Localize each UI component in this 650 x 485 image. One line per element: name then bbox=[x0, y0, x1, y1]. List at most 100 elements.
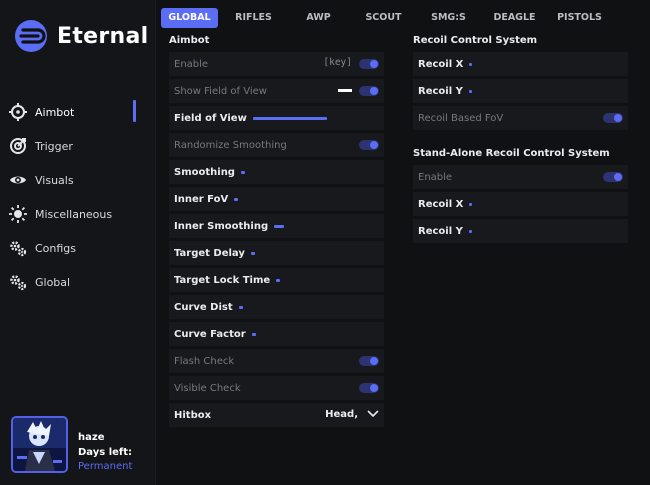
setting-label: Enable bbox=[174, 58, 209, 70]
curve-dist-slider[interactable] bbox=[238, 305, 243, 309]
sidebar-item-label: Visuals bbox=[35, 173, 74, 187]
active-indicator bbox=[133, 100, 136, 122]
gears-icon bbox=[9, 239, 27, 257]
rcs-recoil-y-row: Recoil Y bbox=[413, 79, 628, 103]
sidebar-item-aimbot[interactable]: Aimbot bbox=[0, 95, 155, 129]
tab-scout[interactable]: SCOUT bbox=[356, 8, 411, 28]
setting-label: Inner Smoothing bbox=[174, 220, 269, 232]
setting-label: Randomize Smoothing bbox=[174, 139, 287, 151]
visible-check-row: Visible Check bbox=[169, 376, 384, 400]
inner-fov-row: Inner FoV bbox=[169, 187, 384, 211]
username: haze bbox=[78, 432, 105, 443]
tab-awp[interactable]: AWP bbox=[291, 8, 346, 28]
smoothing-slider[interactable] bbox=[240, 170, 245, 174]
target-delay-slider[interactable] bbox=[250, 251, 255, 255]
tab-rifles[interactable]: RIFLES bbox=[226, 8, 281, 28]
setting-label: Target Lock Time bbox=[174, 274, 271, 286]
setting-label: Show Field of View bbox=[174, 85, 267, 97]
tab-global[interactable]: GLOBAL bbox=[161, 8, 218, 28]
sidebar-item-visuals[interactable]: Visuals bbox=[0, 163, 155, 197]
tab-pistols[interactable]: PISTOLS bbox=[552, 8, 607, 28]
gears-icon bbox=[9, 273, 27, 291]
setting-label: Recoil X bbox=[418, 198, 464, 210]
smoothing-row: Smoothing bbox=[169, 160, 384, 184]
setting-label: Enable bbox=[418, 171, 453, 183]
keybind-button[interactable]: [key] bbox=[323, 57, 352, 68]
sidebar: Eternal Aimbot Trigger Visuals Miscellan… bbox=[0, 0, 156, 485]
setting-label: Flash Check bbox=[174, 355, 235, 367]
rcs-section-title: Recoil Control System bbox=[413, 35, 538, 46]
fov-color-swatch[interactable] bbox=[338, 89, 352, 92]
target-lock-time-row: Target Lock Time bbox=[169, 268, 384, 292]
sidebar-item-configs[interactable]: Configs bbox=[0, 231, 155, 265]
setting-label: Smoothing bbox=[174, 166, 235, 178]
hitbox-row: Hitbox Head, bbox=[169, 403, 384, 427]
chevron-down-icon[interactable] bbox=[367, 409, 379, 419]
tab-deagle[interactable]: DEAGLE bbox=[487, 8, 542, 28]
app-name: Eternal bbox=[57, 23, 149, 49]
inner-smoothing-row: Inner Smoothing bbox=[169, 214, 384, 238]
hitbox-select[interactable]: Head, bbox=[325, 409, 358, 420]
standalone-recoil-x-slider[interactable] bbox=[469, 202, 473, 206]
sidebar-item-miscellaneous[interactable]: Miscellaneous bbox=[0, 197, 155, 231]
tab-smgs[interactable]: SMG:S bbox=[421, 8, 476, 28]
show-fov-toggle[interactable] bbox=[359, 86, 379, 96]
curve-factor-row: Curve Factor bbox=[169, 322, 384, 346]
aimbot-section-title: Aimbot bbox=[169, 35, 210, 46]
recoil-based-fov-row: Recoil Based FoV bbox=[413, 106, 628, 130]
sidebar-item-global[interactable]: Global bbox=[0, 265, 155, 299]
standalone-enable-toggle[interactable] bbox=[603, 172, 623, 182]
enable-toggle[interactable] bbox=[359, 59, 379, 69]
show-fov-row: Show Field of View bbox=[169, 79, 384, 103]
setting-label: Target Delay bbox=[174, 247, 245, 259]
inner-smoothing-slider[interactable] bbox=[274, 224, 285, 228]
aimbot-enable-row: Enable [key] bbox=[169, 52, 384, 76]
eternal-logo-icon bbox=[15, 20, 47, 52]
sidebar-item-label: Miscellaneous bbox=[35, 207, 113, 221]
sun-icon bbox=[9, 205, 27, 223]
standalone-recoil-y-row: Recoil Y bbox=[413, 219, 628, 243]
recoil-x-slider[interactable] bbox=[469, 62, 473, 66]
sidebar-item-label: Configs bbox=[35, 241, 77, 255]
randomize-smoothing-toggle[interactable] bbox=[359, 140, 379, 150]
curve-dist-row: Curve Dist bbox=[169, 295, 384, 319]
brand: Eternal bbox=[14, 19, 148, 53]
visible-check-toggle[interactable] bbox=[359, 383, 379, 393]
sidebar-item-trigger[interactable]: Trigger bbox=[0, 129, 155, 163]
setting-label: Recoil Y bbox=[418, 225, 463, 237]
recoil-y-slider[interactable] bbox=[468, 89, 472, 93]
setting-label: Curve Dist bbox=[174, 301, 233, 313]
sidebar-item-label: Trigger bbox=[35, 139, 73, 153]
flash-check-toggle[interactable] bbox=[359, 356, 379, 366]
avatar bbox=[11, 416, 68, 473]
setting-label: Curve Factor bbox=[174, 328, 246, 340]
standalone-recoil-y-slider[interactable] bbox=[468, 229, 472, 233]
license-plan: Permanent bbox=[78, 461, 133, 472]
field-of-view-slider[interactable] bbox=[252, 116, 327, 120]
recoil-based-fov-toggle[interactable] bbox=[603, 113, 623, 123]
target-delay-row: Target Delay bbox=[169, 241, 384, 265]
inner-fov-slider[interactable] bbox=[234, 197, 239, 201]
standalone-enable-row: Enable bbox=[413, 165, 628, 189]
rcs-recoil-x-row: Recoil X bbox=[413, 52, 628, 76]
standalone-recoil-x-row: Recoil X bbox=[413, 192, 628, 216]
target-icon bbox=[9, 137, 27, 155]
setting-label: Inner FoV bbox=[174, 193, 229, 205]
setting-label: Recoil Based FoV bbox=[418, 112, 504, 124]
setting-label: Field of View bbox=[174, 112, 247, 124]
setting-label: Hitbox bbox=[174, 409, 212, 421]
crosshair-icon bbox=[9, 103, 27, 121]
sidebar-item-label: Global bbox=[35, 275, 71, 289]
setting-label: Recoil Y bbox=[418, 85, 463, 97]
standalone-rcs-section-title: Stand-Alone Recoil Control System bbox=[413, 148, 610, 159]
eye-icon bbox=[9, 171, 27, 189]
flash-check-row: Flash Check bbox=[169, 349, 384, 373]
profile-info: haze Days left: Permanent bbox=[78, 431, 132, 475]
curve-factor-slider[interactable] bbox=[251, 332, 256, 336]
user-profile: haze Days left: Permanent bbox=[11, 416, 132, 475]
sidebar-item-label: Aimbot bbox=[35, 105, 75, 119]
setting-label: Recoil X bbox=[418, 58, 464, 70]
days-left-label: Days left: bbox=[78, 446, 133, 458]
target-lock-time-slider[interactable] bbox=[276, 278, 281, 282]
sidebar-nav: Aimbot Trigger Visuals Miscellaneous Con… bbox=[0, 95, 155, 299]
